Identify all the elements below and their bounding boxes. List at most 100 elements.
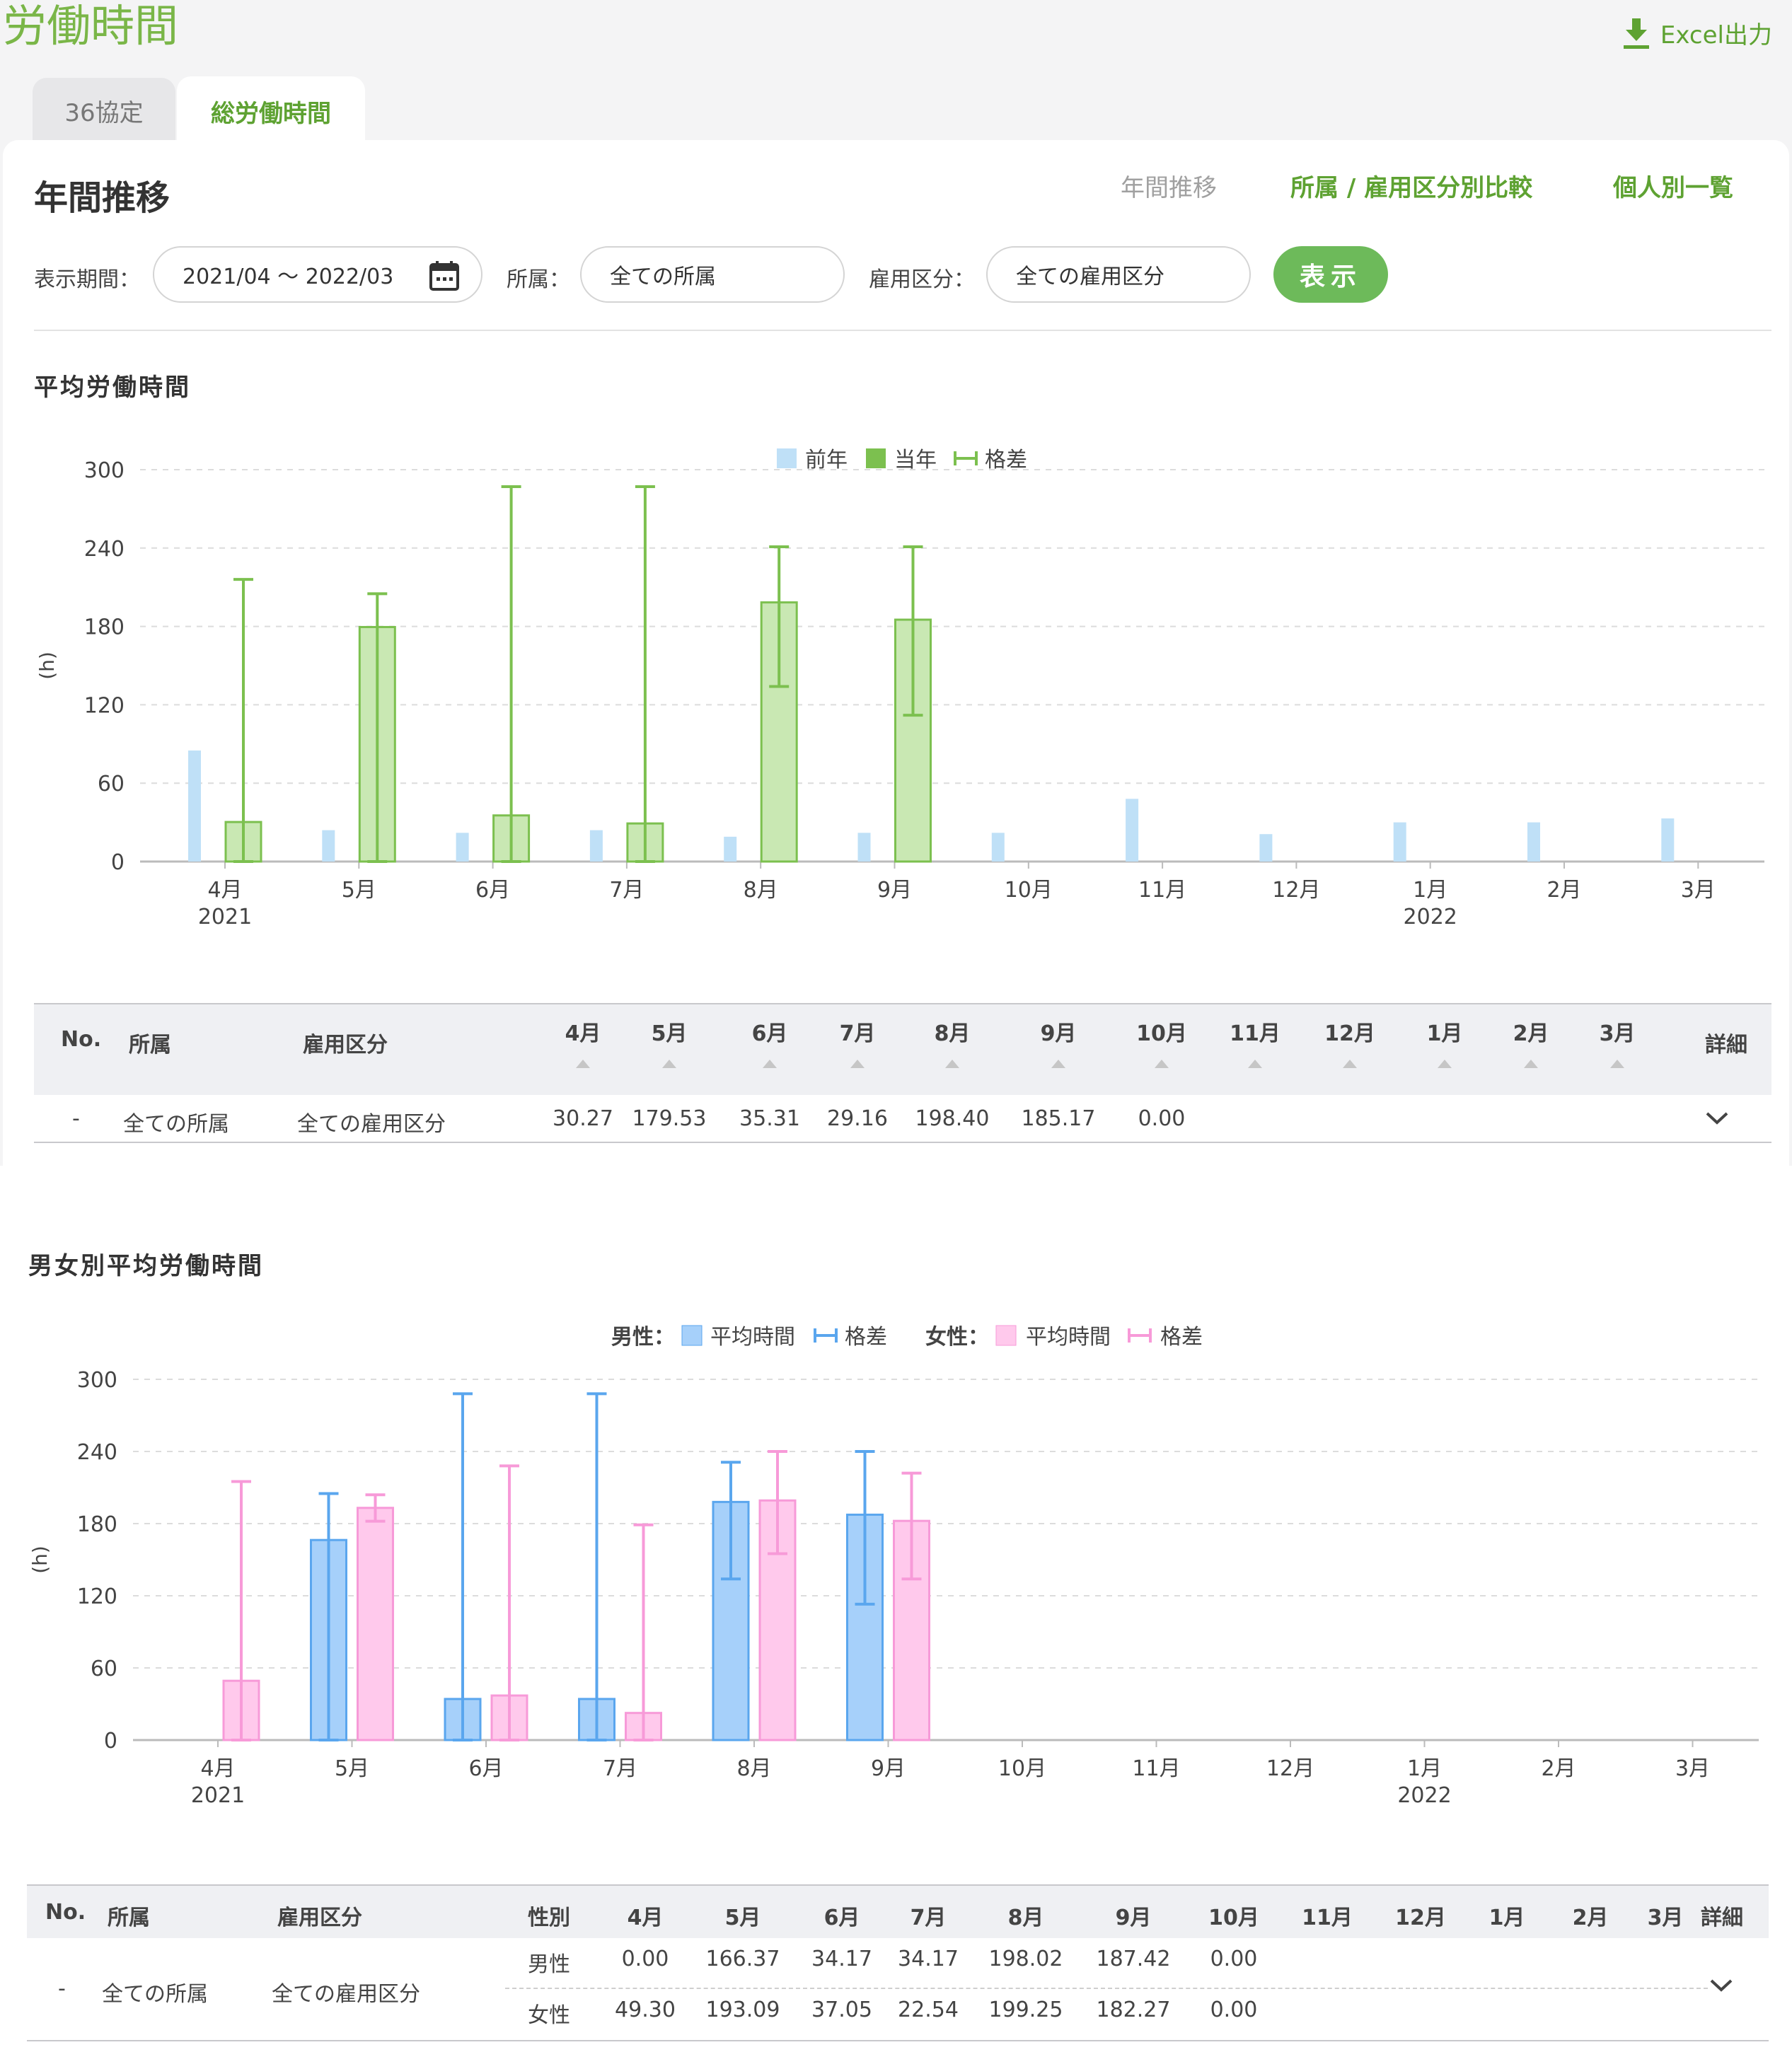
col-month: 9月 <box>1115 1906 1152 1930</box>
bar-prev <box>589 830 603 862</box>
y-axis-label: (h) <box>35 651 59 680</box>
legend-male-swatch <box>681 1325 703 1346</box>
subnav-dept-comparison[interactable]: 所属 / 雇用区分別比較 <box>1290 168 1532 203</box>
sort-icon[interactable] <box>1248 1060 1262 1068</box>
table-cell-male: 187.42 <box>1096 1947 1171 1971</box>
x-tick-label: 10月 <box>998 1756 1046 1781</box>
tab-total-hours[interactable]: 総労働時間 <box>177 76 365 146</box>
x-tick-label: 4月 <box>207 878 242 903</box>
x-tick-label: 9月 <box>877 878 912 903</box>
col-dept: 所属 <box>129 1033 171 1057</box>
col-gender: 性別 <box>528 1906 570 1930</box>
legend-female-avg: 平均時間 <box>1026 1325 1111 1350</box>
col-month: 4月 <box>565 1021 601 1046</box>
divider <box>34 330 1771 331</box>
dept-label: 所属： <box>507 267 570 292</box>
chevron-down-icon[interactable] <box>1705 1111 1729 1126</box>
avg-table-header: No. 所属 雇用区分 4月 5月 6月 7月 8月 9月 10月 11月 12… <box>34 1003 1771 1095</box>
bar-prev <box>188 750 201 862</box>
row-dept: 全ての所属 <box>102 1982 208 2007</box>
x-tick-label: 1月 <box>1407 1756 1442 1781</box>
bar-prev <box>1126 799 1139 862</box>
table-cell-female: 193.09 <box>705 1998 780 2022</box>
y-tick-label: 0 <box>104 1729 117 1754</box>
period-select[interactable]: 2021/04 ～ 2022/03 <box>153 246 482 303</box>
table-row: - 全ての所属 全ての雇用区分 30.27 179.53 35.31 29.16 198… <box>34 1094 1771 1143</box>
table-cell-male: 34.17 <box>898 1947 959 1971</box>
x-tick-label: 12月 <box>1272 878 1320 903</box>
calendar-icon <box>429 261 459 291</box>
y-tick-label: 0 <box>111 850 125 875</box>
y-tick-label: 240 <box>84 537 125 562</box>
sort-icon[interactable] <box>576 1060 590 1068</box>
sort-icon[interactable] <box>850 1060 865 1068</box>
col-dept: 所属 <box>108 1906 150 1930</box>
sort-icon[interactable] <box>1343 1060 1357 1068</box>
table-cell: 198.40 <box>915 1106 990 1131</box>
tab-36-agreement[interactable]: 36協定 <box>33 78 175 143</box>
excel-export-button[interactable]: Excel出力 <box>1622 16 1772 50</box>
sort-icon[interactable] <box>1610 1060 1624 1068</box>
bar-prev <box>322 830 335 862</box>
col-emp-type: 雇用区分 <box>303 1033 388 1057</box>
x-tick-label: 8月 <box>744 878 778 903</box>
row-gender-female: 女性 <box>528 2003 570 2028</box>
table-cell-male: 198.02 <box>988 1947 1063 1971</box>
col-month: 7月 <box>839 1021 876 1046</box>
bar-prev <box>1661 818 1675 862</box>
table-cell: 35.31 <box>739 1106 800 1131</box>
subnav-individual-list[interactable]: 個人別一覧 <box>1613 168 1733 203</box>
col-month: 3月 <box>1647 1906 1684 1930</box>
y-tick-label: 240 <box>77 1440 117 1465</box>
y-tick-label: 180 <box>77 1512 117 1537</box>
sort-icon[interactable] <box>945 1060 959 1068</box>
show-button[interactable]: 表示 <box>1273 246 1388 303</box>
y-tick-label: 120 <box>77 1584 117 1609</box>
x-tick-label: 5月 <box>342 878 376 903</box>
x-tick-label: 11月 <box>1132 1756 1180 1781</box>
legend-female-swatch <box>995 1325 1017 1346</box>
bar-prev <box>857 833 871 862</box>
y-axis-label: (h) <box>28 1546 52 1574</box>
row-no: - <box>58 1976 66 2001</box>
emp-type-select[interactable]: 全ての雇用区分 <box>986 246 1251 303</box>
col-month: 2月 <box>1513 1021 1549 1046</box>
col-month: 3月 <box>1599 1021 1636 1046</box>
x-tick-label: 10月 <box>1005 878 1053 903</box>
table-cell-male: 0.00 <box>621 1947 669 1971</box>
sort-icon[interactable] <box>1438 1060 1452 1068</box>
row-emp-type: 全ての雇用区分 <box>272 1982 420 2007</box>
col-month: 12月 <box>1324 1021 1375 1046</box>
table-cell-female: 199.25 <box>988 1998 1063 2022</box>
x-tick-label: 4月 <box>200 1756 235 1781</box>
col-detail: 詳細 <box>1701 1906 1743 1930</box>
sort-icon[interactable] <box>1051 1060 1065 1068</box>
row-dept: 全ての所属 <box>123 1112 229 1137</box>
bar-prev <box>1527 822 1540 862</box>
sort-icon[interactable] <box>1155 1060 1169 1068</box>
col-month: 10月 <box>1136 1021 1187 1046</box>
x-tick-label: 7月 <box>609 878 644 903</box>
sort-icon[interactable] <box>662 1060 676 1068</box>
table-cell: 29.16 <box>827 1106 888 1131</box>
legend-diff-label: 格差 <box>985 448 1027 473</box>
row-no: - <box>72 1106 80 1131</box>
excel-export-label: Excel出力 <box>1660 21 1772 50</box>
col-month: 6月 <box>823 1906 860 1930</box>
col-emp-type: 雇用区分 <box>277 1906 362 1930</box>
subnav-annual-trend[interactable]: 年間推移 <box>1121 168 1217 203</box>
dept-select[interactable]: 全ての所属 <box>580 246 845 303</box>
table-row: - 全ての所属 全ての雇用区分 男性 女性 0.00 49.30 166.37 1… <box>27 1937 1769 2041</box>
x-tick-label: 6月 <box>475 878 510 903</box>
legend-male-diff: 格差 <box>845 1325 887 1350</box>
x-tick-label: 9月 <box>871 1756 906 1781</box>
legend-female-diff: 格差 <box>1160 1325 1203 1350</box>
chevron-down-icon[interactable] <box>1709 1978 1733 1993</box>
sort-icon[interactable] <box>1524 1060 1538 1068</box>
period-value: 2021/04 ～ 2022/03 <box>183 265 394 289</box>
sort-icon[interactable] <box>763 1060 777 1068</box>
x-tick-label: 3月 <box>1681 878 1716 903</box>
legend-female-label: 女性： <box>925 1325 989 1350</box>
x-tick-label: 7月 <box>603 1756 637 1781</box>
table-cell-female: 182.27 <box>1096 1998 1171 2022</box>
